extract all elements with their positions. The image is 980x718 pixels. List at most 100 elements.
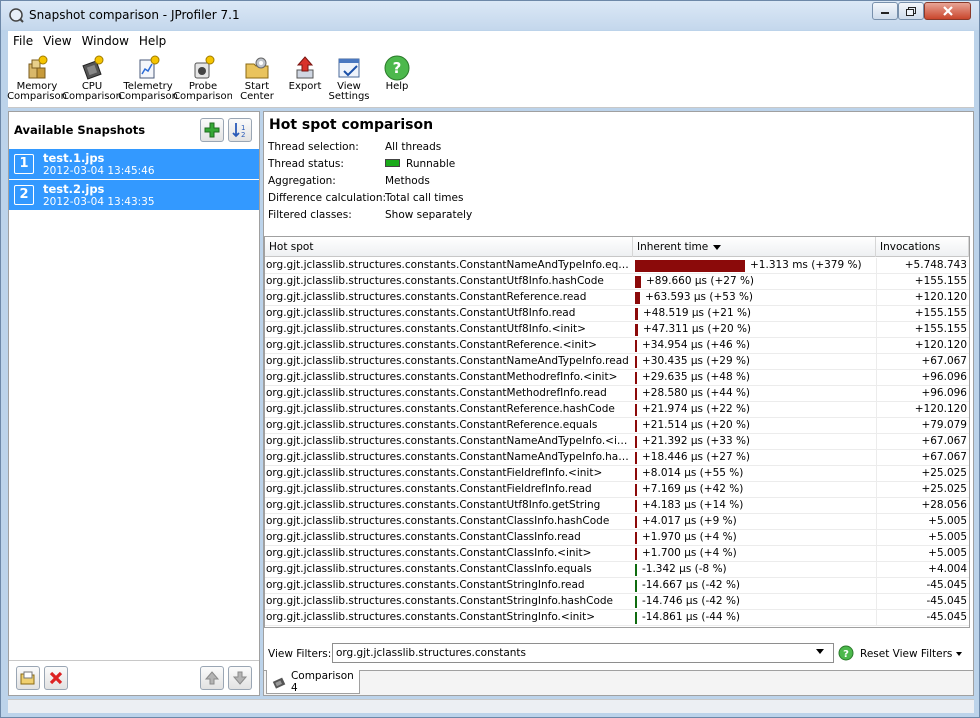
reset-filters-icon[interactable]: ? (838, 645, 854, 661)
table-row[interactable]: org.gjt.jclasslib.structures.constants.C… (265, 530, 969, 546)
menu-file[interactable]: File (8, 34, 38, 48)
inherent-time-bar (635, 516, 637, 528)
delete-icon (49, 671, 63, 685)
telemetry-comparison-button[interactable]: Telemetry Comparison (118, 53, 178, 106)
snapshot-item[interactable]: 1 test.1.jps 2012-03-04 13:45:46 (9, 149, 259, 180)
table-row[interactable]: org.gjt.jclasslib.structures.constants.C… (265, 274, 969, 290)
reset-view-filters-button[interactable]: Reset View Filters (860, 648, 952, 660)
close-button[interactable] (924, 2, 971, 20)
table-row[interactable]: org.gjt.jclasslib.structures.constants.C… (265, 514, 969, 530)
inherent-time-value: -14.861 µs (-44 %) (642, 611, 741, 623)
table-row[interactable]: org.gjt.jclasslib.structures.constants.C… (265, 402, 969, 418)
title-bar: Snapshot comparison - JProfiler 7.1 (1, 1, 979, 30)
inherent-time-value: +63.593 µs (+53 %) (645, 291, 754, 303)
table-body: org.gjt.jclasslib.structures.constants.C… (265, 258, 969, 626)
invocations-value: +155.155 (876, 306, 969, 322)
sort-snapshots-button[interactable]: 1 2 (228, 118, 252, 142)
table-row[interactable]: org.gjt.jclasslib.structures.constants.C… (265, 482, 969, 498)
aggregation-value: Methods (385, 175, 430, 187)
menu-window[interactable]: Window (77, 34, 134, 48)
open-snapshot-button[interactable] (16, 666, 40, 690)
view-filters-dropdown-icon[interactable] (816, 649, 824, 654)
column-header-hotspot[interactable]: Hot spot (265, 237, 633, 257)
runnable-status-swatch (385, 159, 400, 167)
toolbar-separator (281, 55, 282, 103)
minimize-button[interactable] (872, 2, 898, 20)
invocations-value: +4.004 (876, 562, 969, 578)
hotspot-name: org.gjt.jclasslib.structures.constants.C… (266, 339, 597, 351)
probe-comparison-button[interactable]: Probe Comparison (173, 53, 233, 106)
table-row[interactable]: org.gjt.jclasslib.structures.constants.C… (265, 322, 969, 338)
inherent-time-bar (635, 340, 637, 352)
invocations-value: +5.005 (876, 514, 969, 530)
aggregation-label: Aggregation: (268, 175, 336, 187)
table-row[interactable]: org.gjt.jclasslib.structures.constants.C… (265, 386, 969, 402)
table-row[interactable]: org.gjt.jclasslib.structures.constants.C… (265, 418, 969, 434)
snapshots-title: Available Snapshots (14, 123, 146, 137)
move-up-button[interactable] (200, 666, 224, 690)
inherent-time-value: +21.392 µs (+33 %) (642, 435, 751, 447)
table-row[interactable]: org.gjt.jclasslib.structures.constants.C… (265, 258, 969, 274)
inherent-time-value: +48.519 µs (+21 %) (643, 307, 752, 319)
inherent-time-value: +1.700 µs (+4 %) (642, 547, 737, 559)
page-title: Hot spot comparison (269, 117, 434, 133)
table-row[interactable]: org.gjt.jclasslib.structures.constants.C… (265, 562, 969, 578)
table-row[interactable]: org.gjt.jclasslib.structures.constants.C… (265, 466, 969, 482)
start-center-icon (245, 57, 269, 79)
hotspot-name: org.gjt.jclasslib.structures.constants.C… (266, 387, 607, 399)
invocations-value: +96.096 (876, 386, 969, 402)
view-settings-button[interactable]: View Settings (326, 53, 372, 106)
invocations-value: +155.155 (876, 274, 969, 290)
inherent-time-bar (635, 260, 745, 272)
hotspot-name: org.gjt.jclasslib.structures.constants.C… (266, 563, 592, 575)
menu-bar: File View Window Help (8, 31, 974, 51)
tab-comparison-4[interactable]: Comparison 4 (266, 670, 360, 694)
hotspot-name: org.gjt.jclasslib.structures.constants.C… (266, 595, 613, 607)
table-row[interactable]: org.gjt.jclasslib.structures.constants.C… (265, 434, 969, 450)
remove-snapshot-button[interactable] (44, 666, 68, 690)
invocations-value: +5.748.743 (876, 258, 969, 274)
hotspot-name: org.gjt.jclasslib.structures.constants.C… (266, 275, 604, 287)
inherent-time-bar (635, 484, 637, 496)
start-center-button[interactable]: Start Center (237, 53, 277, 106)
table-row[interactable]: org.gjt.jclasslib.structures.constants.C… (265, 338, 969, 354)
memory-comparison-button[interactable]: Memory Comparison (7, 53, 67, 106)
table-row[interactable]: org.gjt.jclasslib.structures.constants.C… (265, 594, 969, 610)
help-button[interactable]: ? Help (378, 53, 416, 106)
menu-view[interactable]: View (38, 34, 76, 48)
table-row[interactable]: org.gjt.jclasslib.structures.constants.C… (265, 546, 969, 562)
table-row[interactable]: org.gjt.jclasslib.structures.constants.C… (265, 290, 969, 306)
arrow-down-icon (232, 671, 248, 685)
hotspot-name: org.gjt.jclasslib.structures.constants.C… (266, 611, 596, 623)
snapshot-date: 2012-03-04 13:45:46 (43, 165, 155, 177)
column-header-inherent-time[interactable]: Inherent time (633, 237, 876, 257)
add-snapshot-button[interactable] (200, 118, 224, 142)
cpu-comparison-button[interactable]: CPU Comparison (62, 53, 122, 106)
export-button[interactable]: Export (286, 53, 324, 106)
inherent-time-bar (635, 564, 637, 576)
cpu-comparison-label-2: Comparison (62, 91, 122, 102)
table-row[interactable]: org.gjt.jclasslib.structures.constants.C… (265, 578, 969, 594)
invocations-value: +120.120 (876, 290, 969, 306)
menu-help[interactable]: Help (134, 34, 171, 48)
maximize-button[interactable] (898, 2, 924, 20)
snapshot-item[interactable]: 2 test.2.jps 2012-03-04 13:43:35 (9, 180, 259, 211)
view-filters-input[interactable]: org.gjt.jclasslib.structures.constants (332, 643, 834, 663)
hotspot-name: org.gjt.jclasslib.structures.constants.C… (266, 355, 629, 367)
plus-icon (204, 122, 220, 138)
jprofiler-app-icon[interactable] (8, 7, 24, 23)
table-row[interactable]: org.gjt.jclasslib.structures.constants.C… (265, 498, 969, 514)
snapshot-name: test.2.jps (43, 182, 105, 196)
column-header-invocations[interactable]: Invocations (876, 237, 969, 257)
table-row[interactable]: org.gjt.jclasslib.structures.constants.C… (265, 306, 969, 322)
arrow-up-icon (204, 671, 220, 685)
inherent-time-value: +34.954 µs (+46 %) (642, 339, 751, 351)
invocations-value: +120.120 (876, 402, 969, 418)
table-row[interactable]: org.gjt.jclasslib.structures.constants.C… (265, 370, 969, 386)
move-down-button[interactable] (228, 666, 252, 690)
reset-filters-dropdown-icon[interactable] (956, 652, 962, 656)
table-row[interactable]: org.gjt.jclasslib.structures.constants.C… (265, 610, 969, 626)
table-row[interactable]: org.gjt.jclasslib.structures.constants.C… (265, 450, 969, 466)
table-row[interactable]: org.gjt.jclasslib.structures.constants.C… (265, 354, 969, 370)
sort-icon: 1 2 (232, 123, 245, 139)
